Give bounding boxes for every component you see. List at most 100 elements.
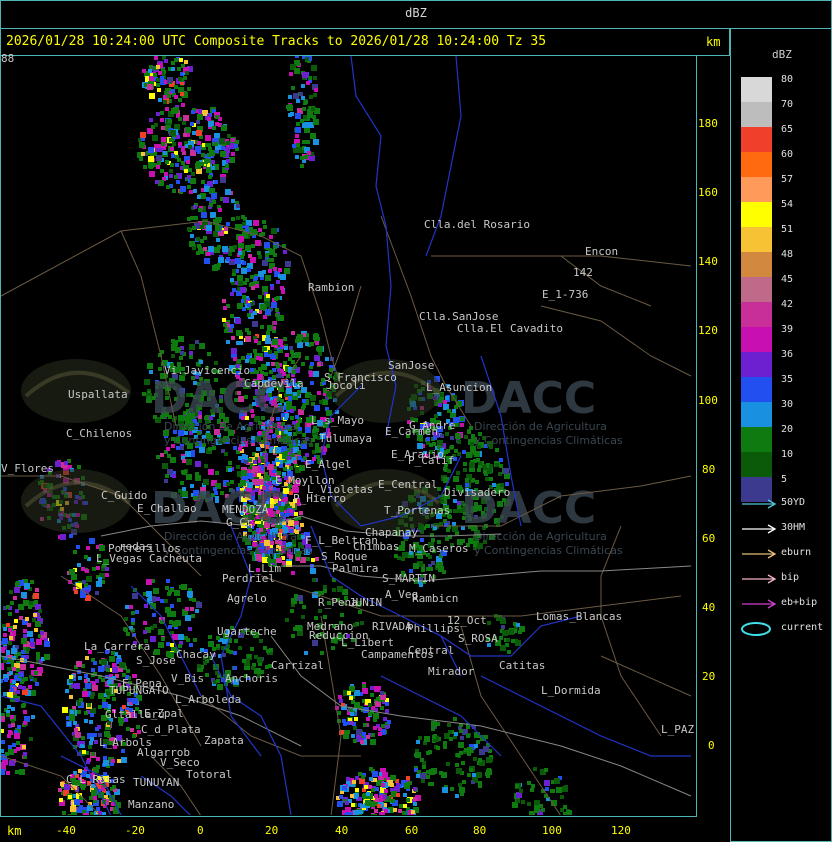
place-label: C_d_Plata (141, 723, 201, 736)
window-title: dBZ (405, 6, 427, 20)
svg-text:Dirección de Agricultura: Dirección de Agricultura (474, 530, 607, 543)
legend-label: 48 (781, 249, 794, 260)
place-label: S_MARTIN (382, 572, 435, 585)
place-label: La_Carrera (84, 640, 151, 653)
y-tick: 60 (702, 532, 716, 545)
place-label: Lomas_Blancas (536, 610, 623, 623)
place-label: L_Vegas (96, 552, 143, 565)
place-label: Ugarteche (217, 625, 277, 638)
place-label: L_Asuncion (426, 381, 493, 394)
x-tick: 0 (197, 824, 204, 837)
legend-swatch (741, 427, 772, 452)
place-label: E_Algel (305, 458, 352, 471)
legend-swatch (741, 277, 772, 302)
km-unit-label: km (706, 35, 721, 49)
legend-swatch (741, 227, 772, 252)
place-label: V_Flores (1, 462, 54, 475)
y-tick: 80 (702, 463, 716, 476)
place-label: V_Bis (171, 672, 205, 685)
track-label: eburn (781, 547, 812, 558)
place-label: C_Guido (101, 489, 148, 502)
place-label: Cacheuta (149, 552, 202, 565)
place-label: 142 (573, 266, 593, 279)
place-label: MENDOZA (222, 503, 269, 516)
place-label: Tulumaya (319, 432, 372, 445)
x-tick: 20 (265, 824, 279, 837)
place-label: TUNUYAN (133, 776, 180, 789)
y-tick: 120 (698, 324, 718, 337)
svg-text:y Contingencias Climáticas: y Contingencias Climáticas (474, 434, 623, 447)
place-label: 88 (1, 52, 15, 65)
place-label: E_Challao (137, 502, 197, 515)
place-label: Clla.El Cavadito (457, 322, 563, 335)
place-label: L_Dormida (541, 684, 601, 697)
svg-text:Dirección de Agricultura: Dirección de Agricultura (164, 530, 297, 543)
legend-label: 10 (781, 449, 794, 460)
current-ellipse-icon (741, 622, 771, 636)
place-label: Vi.Javicencio (164, 364, 251, 377)
place-label: Divisadero (444, 486, 511, 499)
legend-label: 51 (781, 224, 794, 235)
x-tick: 40 (335, 824, 349, 837)
place-label: G_Cr (226, 516, 253, 529)
place-label: Chapanay (365, 526, 418, 539)
legend-label: 45 (781, 274, 794, 285)
legend-swatch (741, 327, 772, 352)
place-label: Palmira (332, 562, 379, 575)
place-label: Perdriel (222, 572, 275, 585)
track-label: bip (781, 572, 800, 583)
legend-label: 5 (781, 474, 788, 485)
place-label: S_Jose (136, 654, 176, 667)
legend-swatch (741, 302, 772, 327)
place-label: Agrelo (227, 592, 267, 605)
x-tick: 60 (405, 824, 419, 837)
place-label: Uspallata (68, 388, 128, 401)
place-label: Totoral (186, 768, 233, 781)
track-arrow-icon (742, 524, 777, 534)
place-label: Anchoris (225, 672, 278, 685)
legend-label: 42 (781, 299, 794, 310)
place-label: RIVADA (372, 620, 412, 633)
place-label: L_PAZ (661, 723, 695, 736)
place-label: Mirador (428, 665, 475, 678)
x-tick: -20 (125, 824, 145, 837)
place-label: L_s_Mayo (311, 414, 364, 427)
track-label: 50YD (781, 497, 806, 508)
place-label: Rambicn (412, 592, 459, 605)
place-label: Catitas (499, 659, 546, 672)
legend-swatch (741, 127, 772, 152)
place-label: SanJose (388, 359, 435, 372)
place-label: E_1-736 (542, 288, 589, 301)
track-label: current (781, 622, 824, 633)
place-label: P_Hierro (293, 492, 346, 505)
svg-text:Dirección de Agricultura: Dirección de Agricultura (164, 420, 297, 433)
place-label: T_Portenas (384, 504, 451, 517)
track-label: 30HM (781, 522, 806, 533)
place-label: Phillips (407, 622, 460, 635)
y-tick: 40 (702, 601, 716, 614)
place-label: E_Zpal (144, 707, 184, 720)
legend-swatch (741, 77, 772, 102)
y-tick: 140 (698, 255, 718, 268)
place-label: Zapata (204, 734, 244, 747)
composite-tracks-header: 2026/01/28 10:24:00 UTC Composite Tracks… (6, 34, 547, 49)
place-label: S_ROSA (458, 632, 498, 645)
x-tick: 80 (473, 824, 487, 837)
place-label: Manzano (128, 798, 175, 811)
legend-swatch (741, 177, 772, 202)
svg-text:y Contingencias Climáticas: y Contingencias Climáticas (164, 434, 313, 447)
x-axis-unit: km (7, 824, 22, 838)
place-label: Carrizal (271, 659, 324, 672)
x-tick: 100 (542, 824, 562, 837)
y-tick: 0 (708, 739, 715, 752)
track-label: eb+bip (781, 597, 818, 608)
legend-swatch (741, 102, 772, 127)
place-label: Central (408, 644, 455, 657)
place-label: Capdevila (244, 377, 304, 390)
place-label: Chacay (176, 648, 216, 661)
legend-swatch (741, 152, 772, 177)
place-label: Jocoli (326, 379, 366, 392)
track-arrow-icon (742, 499, 777, 509)
legend-label: 70 (781, 99, 794, 110)
place-label: C_Chilenos (66, 427, 133, 440)
